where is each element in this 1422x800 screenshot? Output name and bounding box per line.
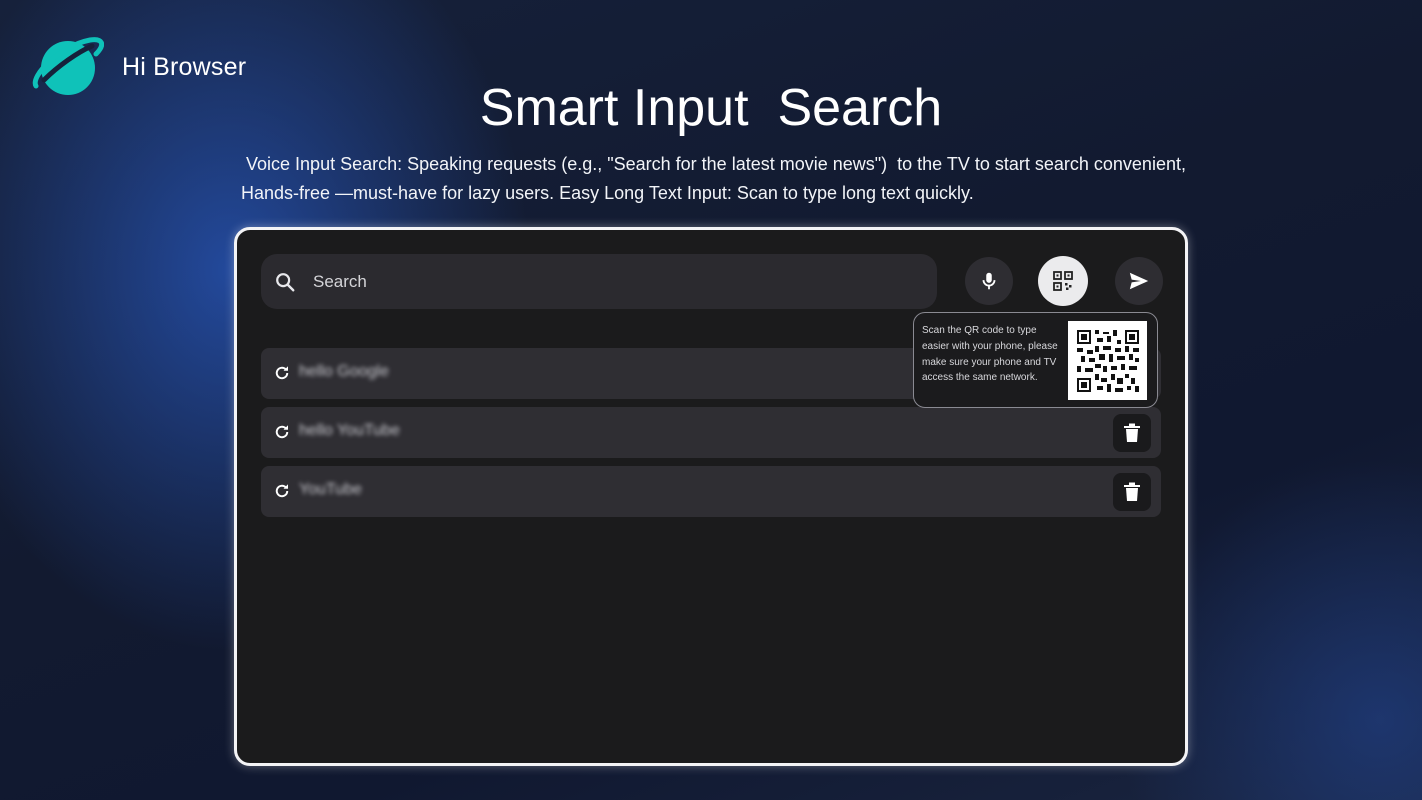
qr-input-button[interactable] — [1038, 256, 1088, 306]
trash-icon — [1124, 482, 1140, 501]
send-icon — [1129, 272, 1149, 290]
voice-search-button[interactable] — [965, 257, 1013, 305]
delete-history-button[interactable] — [1113, 414, 1151, 452]
trash-icon — [1124, 423, 1140, 442]
search-panel: Scan the QR code to type easier with you… — [234, 227, 1188, 766]
refresh-icon — [275, 484, 289, 498]
search-icon — [276, 272, 295, 291]
qr-scan-icon — [1053, 271, 1073, 291]
delete-history-button[interactable] — [1113, 473, 1151, 511]
send-button[interactable] — [1115, 257, 1163, 305]
search-bar[interactable] — [261, 254, 937, 309]
history-item-label: hello Google — [299, 363, 389, 380]
qr-tooltip-text: Scan the QR code to type easier with you… — [922, 325, 1058, 384]
refresh-icon — [275, 425, 289, 439]
history-item[interactable]: hello YouTube — [261, 407, 1161, 458]
qr-code — [1068, 321, 1147, 400]
history-item-label: YouTube — [299, 481, 362, 498]
page-description: Voice Input Search: Speaking requests (e… — [241, 154, 1191, 203]
qr-code-image — [1076, 329, 1139, 392]
page-title: Smart Input Search — [479, 79, 943, 137]
refresh-icon — [275, 366, 289, 380]
microphone-icon — [982, 272, 996, 290]
search-input[interactable] — [313, 271, 873, 292]
qr-tooltip: Scan the QR code to type easier with you… — [913, 312, 1158, 408]
history-item-label: hello YouTube — [299, 422, 400, 439]
history-item[interactable]: YouTube — [261, 466, 1161, 517]
